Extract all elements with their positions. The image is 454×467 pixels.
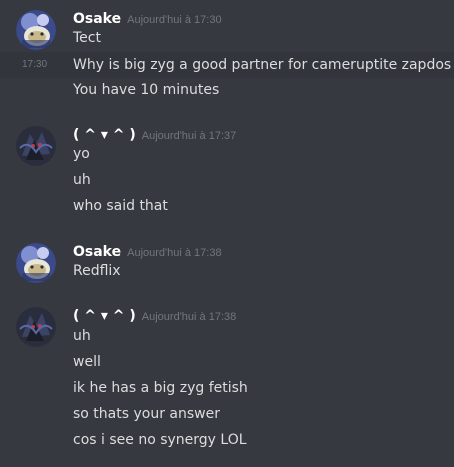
message-text: who said that <box>73 198 168 214</box>
message-header: ( ^ ▾ ^ ) Aujourd'hui à 17:37 <box>73 124 236 144</box>
message-header: Osake Aujourd'hui à 17:38 <box>73 241 222 261</box>
message-text: You have 10 minutes <box>73 82 220 98</box>
message-header: Osake Aujourd'hui à 17:30 <box>73 8 222 28</box>
message-text: Tect <box>73 30 101 46</box>
username[interactable]: ( ^ ▾ ^ ) <box>73 127 136 143</box>
dark-creature-avatar-icon[interactable] <box>16 307 56 347</box>
line-timestamp: 17:30 <box>22 59 48 70</box>
message-timestamp: Aujourd'hui à 17:37 <box>141 130 237 142</box>
message-header: ( ^ ▾ ^ ) Aujourd'hui à 17:38 <box>73 305 236 325</box>
message-text: well <box>73 354 101 370</box>
osake-avatar-icon[interactable] <box>16 10 56 50</box>
dark-creature-avatar-icon[interactable] <box>16 126 56 166</box>
message-timestamp: Aujourd'hui à 17:30 <box>127 14 222 26</box>
message-text: Why is big zyg a good partner for cameru… <box>73 57 452 73</box>
message-text: uh <box>73 328 91 344</box>
username[interactable]: Osake <box>73 11 121 27</box>
message-text: ik he has a big zyg fetish <box>73 380 248 396</box>
message-text: yo <box>73 146 90 162</box>
username[interactable]: ( ^ ▾ ^ ) <box>73 308 136 324</box>
message-timestamp: Aujourd'hui à 17:38 <box>127 247 222 259</box>
message-text: uh <box>73 172 91 188</box>
message-group: ( ^ ▾ ^ ) Aujourd'hui à 17:37 yo uh who s… <box>0 124 454 220</box>
message-text: cos i see no synergy LOL <box>73 432 247 448</box>
message-text: Redflix <box>73 263 121 279</box>
message-text: so thats your answer <box>73 406 220 422</box>
osake-avatar-icon[interactable] <box>16 243 56 283</box>
message-group: ( ^ ▾ ^ ) Aujourd'hui à 17:38 uh well ik … <box>0 305 454 455</box>
message-group: Osake Aujourd'hui à 17:30 Tect 17:30 Why … <box>0 8 454 104</box>
message-group: Osake Aujourd'hui à 17:38 Redflix <box>0 241 454 285</box>
username[interactable]: Osake <box>73 244 121 260</box>
message-timestamp: Aujourd'hui à 17:38 <box>141 311 237 323</box>
chat-log: Osake Aujourd'hui à 17:30 Tect 17:30 Why … <box>0 0 454 467</box>
